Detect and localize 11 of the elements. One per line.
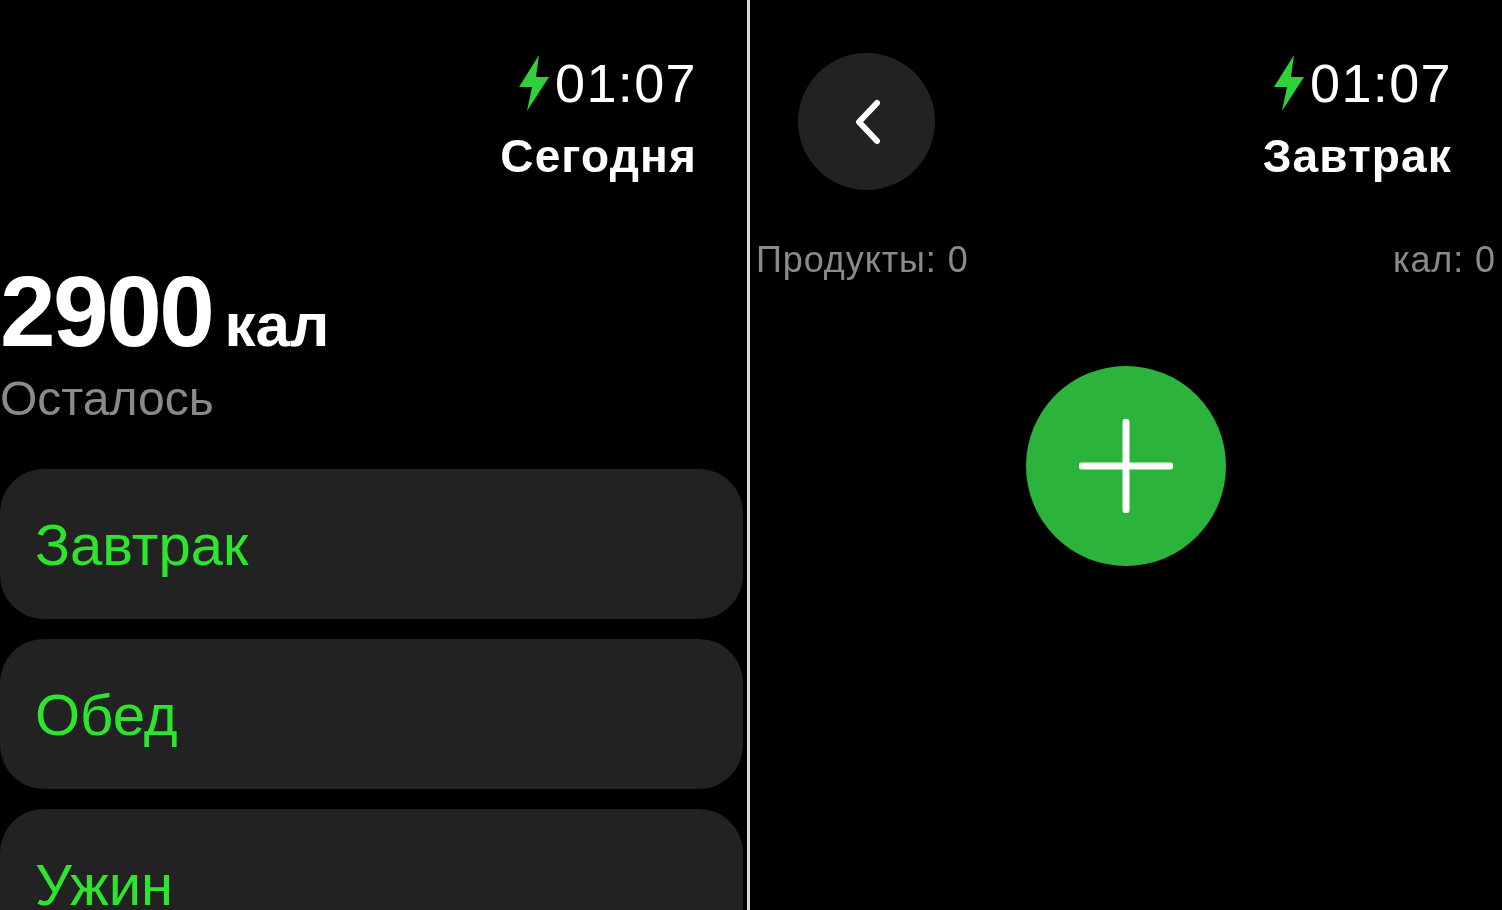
status-time: 01:07: [555, 56, 697, 110]
products-count: Продукты: 0: [756, 242, 969, 278]
status-time: 01:07: [1310, 56, 1452, 110]
remaining-label: Осталось: [0, 371, 215, 427]
remaining-value: 2900: [0, 261, 213, 361]
meal-button[interactable]: Обед: [0, 639, 743, 789]
meal-button[interactable]: Ужин: [0, 809, 743, 910]
remaining-unit: кал: [224, 294, 330, 356]
plus-icon: [1079, 419, 1173, 513]
meal-button[interactable]: Завтрак: [0, 469, 743, 619]
calories-count: кал: 0: [1393, 242, 1496, 278]
